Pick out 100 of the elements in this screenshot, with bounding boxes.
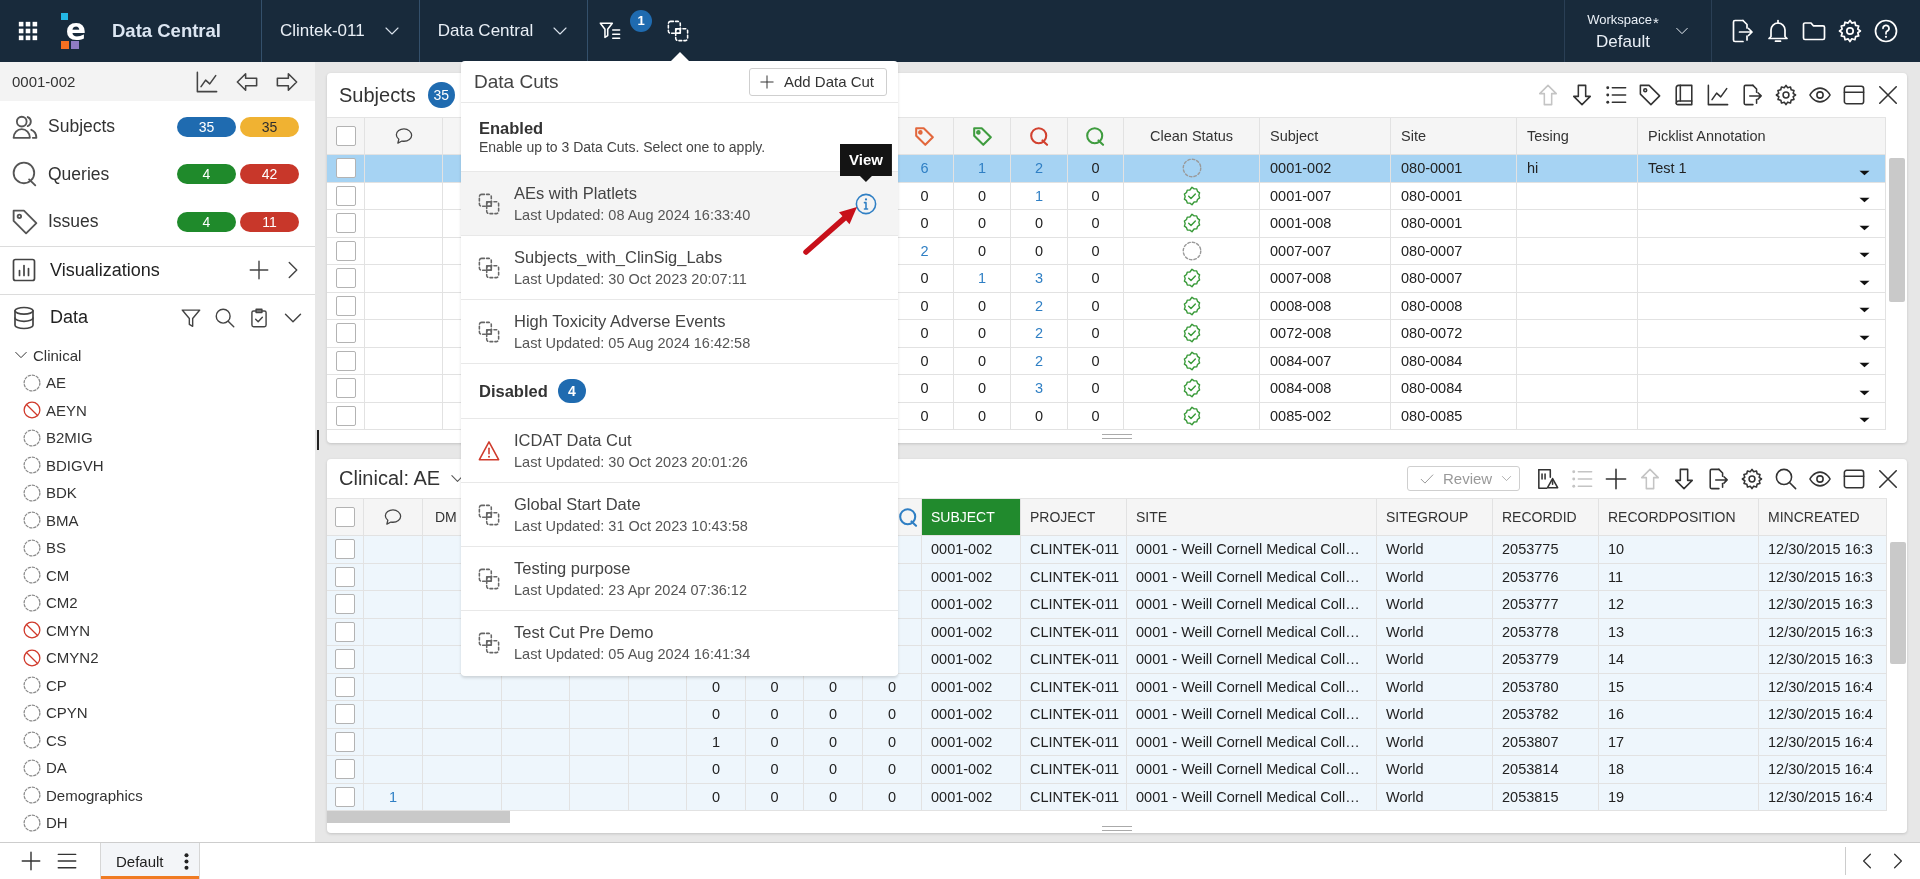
tree-item[interactable]: CMYN2 <box>0 644 315 672</box>
resize-handle[interactable] <box>316 430 320 450</box>
scroll-thumb[interactable] <box>1889 158 1905 302</box>
checkbox[interactable] <box>335 268 356 289</box>
line-chart-icon[interactable] <box>1707 84 1729 106</box>
checkbox[interactable] <box>335 759 355 780</box>
nav-item[interactable]: Issues 4 11 <box>0 198 315 246</box>
plus-icon[interactable] <box>1605 467 1627 490</box>
tree-item[interactable]: DA <box>0 754 315 782</box>
arrow-down-icon[interactable] <box>1571 84 1593 106</box>
arrow-down-icon[interactable] <box>1673 467 1695 490</box>
checkbox[interactable] <box>335 323 356 344</box>
checkbox[interactable] <box>335 405 356 426</box>
visualizations-header[interactable]: Visualizations <box>0 245 315 295</box>
apps-grid-icon[interactable] <box>18 21 38 41</box>
help-icon[interactable] <box>1874 19 1898 43</box>
filter-icon[interactable] <box>181 307 201 328</box>
checkbox[interactable] <box>335 350 356 371</box>
tree-node[interactable]: Clinical <box>0 341 315 369</box>
settings-icon[interactable] <box>1775 84 1797 106</box>
plus-icon[interactable] <box>21 851 41 871</box>
search-icon[interactable] <box>1775 467 1797 490</box>
checkbox[interactable] <box>335 126 356 146</box>
eye-icon[interactable] <box>1809 84 1831 106</box>
arrow-right-icon[interactable] <box>276 70 298 93</box>
panel-layout-icon[interactable] <box>1843 467 1865 490</box>
checkbox[interactable] <box>335 676 355 697</box>
data-cut-item[interactable]: Testing purpose Last Updated: 23 Apr 2024 07:36:12 <box>461 546 898 610</box>
menu-icon[interactable] <box>57 851 77 871</box>
picklist-dropdown[interactable]: Test 1 <box>1638 155 1886 183</box>
plus-icon[interactable] <box>249 260 269 280</box>
table-row[interactable]: 0 0 0 0 0001-002 CLINTEK-011 0001 - Weill Cornell Medical Coll… World 2053782 16 12/30/2015 16:4 <box>327 701 1887 729</box>
clipboard-check-icon[interactable] <box>249 307 269 328</box>
nav-item[interactable]: Queries 4 42 <box>0 150 315 198</box>
resize-handle[interactable] <box>1102 434 1132 439</box>
checkbox[interactable] <box>335 185 356 206</box>
data-cut-item[interactable]: High Toxicity Adverse Events Last Updated: 05 Aug 2024 16:42:58 <box>461 299 898 363</box>
table-warning-icon[interactable] <box>1537 467 1559 490</box>
checkbox[interactable] <box>335 731 355 752</box>
resize-handle[interactable] <box>1102 825 1132 831</box>
tree-item[interactable]: BDK <box>0 479 315 507</box>
panel-layout-icon[interactable] <box>1843 84 1865 106</box>
column-header[interactable]: SUBJECT <box>922 499 1021 536</box>
checkbox[interactable] <box>335 507 355 527</box>
count-link[interactable]: 1 <box>954 265 1011 293</box>
sign-out-icon[interactable] <box>1730 19 1754 43</box>
table-row[interactable]: 1 0 0 0 0001-002 CLINTEK-011 0001 - Weill Cornell Medical Coll… World 2053807 17 12/30/2015 16:4 <box>327 728 1887 756</box>
folder-icon[interactable] <box>1802 19 1826 43</box>
tree-item[interactable]: BDIGVH <box>0 451 315 479</box>
checkbox[interactable] <box>335 704 355 725</box>
notifications-icon[interactable] <box>1766 19 1790 43</box>
line-chart-icon[interactable] <box>196 70 218 93</box>
tag-icon[interactable] <box>1639 84 1661 106</box>
export-icon[interactable] <box>1741 84 1763 106</box>
checkbox[interactable] <box>335 539 355 560</box>
checkbox[interactable] <box>335 786 355 807</box>
nav-item[interactable]: Subjects 35 35 <box>0 103 315 151</box>
book-icon[interactable] <box>1673 84 1695 106</box>
search-icon[interactable] <box>215 307 235 328</box>
overlapping-squares-icon[interactable] <box>667 20 690 42</box>
tree-item[interactable]: CM <box>0 561 315 589</box>
tree-item[interactable]: AE <box>0 369 315 397</box>
tree-item[interactable]: BS <box>0 534 315 562</box>
checkbox[interactable] <box>335 649 355 670</box>
close-icon[interactable] <box>1877 84 1899 106</box>
checkbox[interactable] <box>335 378 356 399</box>
checkbox[interactable] <box>335 213 356 234</box>
export-icon[interactable] <box>1707 467 1729 490</box>
settings-icon[interactable] <box>1741 467 1763 490</box>
list-icon[interactable] <box>1605 84 1627 106</box>
data-cut-item[interactable]: Subjects_with_ClinSig_Labs Last Updated: 30 Oct 2023 20:07:11 <box>461 235 898 299</box>
scroll-thumb[interactable] <box>327 811 510 823</box>
count-link[interactable]: 3 <box>1011 265 1068 293</box>
tree-item[interactable]: CM2 <box>0 589 315 617</box>
tree-item[interactable]: DH <box>0 809 315 837</box>
tree-item[interactable]: CMYN <box>0 616 315 644</box>
scroll-thumb[interactable] <box>1890 542 1906 664</box>
data-cut-item[interactable]: ICDAT Data Cut Last Updated: 30 Oct 2023 20:01:26 <box>461 418 898 482</box>
filter-icon[interactable] <box>599 20 622 42</box>
data-header[interactable]: Data <box>0 294 315 341</box>
table-row[interactable]: 0 0 0 0 0001-002 CLINTEK-011 0001 - Weill Cornell Medical Coll… World 2053814 18 12/30/2015 16:4 <box>327 756 1887 784</box>
tree-item[interactable]: Demographics <box>0 781 315 809</box>
count-link[interactable]: 3 <box>1011 375 1068 403</box>
close-icon[interactable] <box>1877 467 1899 490</box>
table-row[interactable]: 1 0 0 0 0 0001-002 CLINTEK-011 0001 - Weill Cornell Medical Coll… World 2053815 19 12/30/2015 16:4 <box>327 783 1887 811</box>
workspace-tab[interactable]: Default <box>100 843 200 879</box>
arrow-left-icon[interactable] <box>236 70 258 93</box>
checkbox[interactable] <box>335 621 355 642</box>
checkbox[interactable] <box>335 594 355 615</box>
checkbox[interactable] <box>335 158 356 179</box>
checkbox[interactable] <box>335 566 355 587</box>
data-cut-item[interactable]: Global Start Date Last Updated: 31 Oct 2023 10:43:58 <box>461 482 898 546</box>
tree-item[interactable]: CP <box>0 671 315 699</box>
count-link[interactable]: 2 <box>1011 320 1068 348</box>
more-options-icon[interactable] <box>184 852 189 870</box>
table-row[interactable]: 0 0 0 0 0001-002 CLINTEK-011 0001 - Weill Cornell Medical Coll… World 2053780 15 12/30/2015 16:4 <box>327 673 1887 701</box>
add-data-cut-button[interactable]: Add Data Cut <box>748 67 887 96</box>
tree-item[interactable]: B2MIG <box>0 424 315 452</box>
checkbox[interactable] <box>335 240 356 261</box>
info-icon[interactable] <box>855 192 877 215</box>
